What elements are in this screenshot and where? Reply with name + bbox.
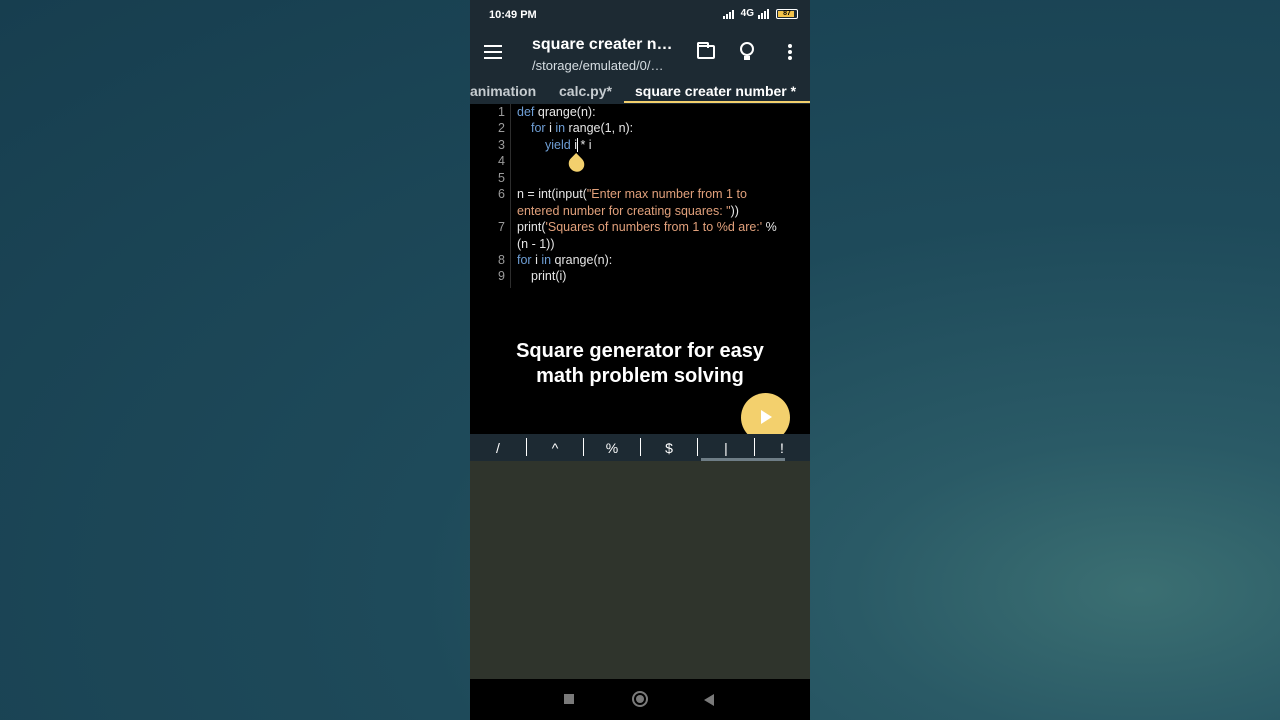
code-keyword: yield (545, 138, 571, 152)
more-vert-icon[interactable] (788, 44, 792, 60)
code-text: % (762, 220, 777, 234)
status-icons: 4G 87 (722, 8, 798, 19)
code-text: qrange(n): (551, 253, 613, 267)
code-line: print(i) (531, 269, 566, 283)
code-keyword: in (555, 121, 566, 135)
file-tabs: animation calc.py* square creater number… (470, 78, 810, 104)
symbol-key[interactable]: ^ (527, 440, 583, 456)
video-caption: Square generator for easy math problem s… (470, 339, 810, 389)
line-number: 4 (498, 154, 505, 168)
folder-icon[interactable] (697, 42, 715, 59)
code-text: i (531, 253, 542, 267)
caption-line: Square generator for easy (516, 340, 764, 362)
lightbulb-icon[interactable] (740, 42, 754, 60)
code-line: for i in qrange(n): (517, 253, 612, 267)
battery-level: 87 (783, 9, 791, 17)
code-text: (n - 1)) (517, 237, 555, 251)
line-number: 7 (498, 220, 505, 234)
tab-animation[interactable]: animation (470, 83, 536, 99)
code-line: for i in range(1, n): (531, 121, 633, 135)
code-line: n = int(input("Enter max number from 1 t… (517, 187, 747, 201)
code-text: n = int(input( (517, 187, 587, 201)
text-caret (577, 138, 578, 152)
signal-strength-icon (758, 8, 772, 19)
app-bar: square creater n… /storage/emulated/0/… (470, 28, 810, 78)
symbol-key[interactable]: | (698, 440, 754, 456)
tab-square-creater[interactable]: square creater number * (635, 83, 796, 99)
symbol-key[interactable]: $ (641, 440, 697, 456)
code-text: qrange(n): (534, 105, 596, 119)
code-text: range(1, n): (565, 121, 634, 135)
line-number: 6 (498, 187, 505, 201)
battery-icon: 87 (776, 8, 798, 19)
code-editor[interactable]: 1 2 3 4 5 6 7 8 9 def qrange(n): for i i… (470, 104, 810, 442)
home-icon[interactable] (632, 691, 648, 707)
active-tab-indicator (624, 101, 810, 103)
recents-icon[interactable] (564, 694, 574, 704)
code-keyword: def (517, 105, 535, 119)
caption-line: math problem solving (536, 365, 744, 387)
line-number: 1 (498, 105, 505, 119)
line-number: 9 (498, 269, 505, 283)
status-time: 10:49 PM (489, 9, 537, 21)
gutter-divider (510, 104, 511, 288)
code-text: i * i (570, 138, 592, 152)
code-text: print(i) (531, 269, 567, 283)
symbol-key[interactable]: / (470, 440, 526, 456)
code-line: print('Squares of numbers from 1 to %d a… (517, 220, 777, 234)
code-string: entered number for creating squares: " (517, 204, 731, 218)
symbol-key[interactable]: ! (754, 440, 810, 456)
line-number: 3 (498, 138, 505, 152)
code-keyword: for (517, 253, 532, 267)
navigation-bar (470, 679, 810, 720)
cursor-handle[interactable] (565, 153, 588, 175)
line-number: 5 (498, 171, 505, 185)
status-bar: 10:49 PM 4G 87 (470, 0, 810, 28)
phone-screen: 10:49 PM 4G 87 square creater n… /storag… (470, 0, 810, 720)
code-keyword: for (531, 121, 546, 135)
line-number: 2 (498, 121, 505, 135)
code-line: (n - 1)) (517, 237, 555, 251)
file-path: /storage/emulated/0/… (532, 58, 664, 73)
code-line: def qrange(n): (517, 105, 596, 119)
symbol-key[interactable]: % (584, 440, 640, 456)
network-label: 4G (740, 8, 754, 19)
symbol-bar: / ^ % $ | ! (470, 434, 810, 461)
code-string: 'Squares of numbers from 1 to %d are:' (545, 220, 763, 234)
code-text: )) (730, 204, 739, 218)
tab-calc[interactable]: calc.py* (559, 83, 612, 99)
signal-icon (722, 9, 737, 19)
code-line: entered number for creating squares: ")) (517, 204, 739, 218)
keyboard-area (470, 461, 810, 679)
play-icon (761, 410, 772, 424)
code-keyword: in (541, 253, 552, 267)
line-number: 8 (498, 253, 505, 267)
file-title: square creater n… (532, 36, 673, 53)
code-line: yield i * i (545, 138, 592, 152)
code-string: "Enter max number from 1 to (586, 187, 747, 201)
hamburger-icon[interactable] (484, 45, 502, 59)
back-icon[interactable] (704, 694, 714, 706)
code-text: i (545, 121, 556, 135)
code-text: print( (517, 220, 546, 234)
